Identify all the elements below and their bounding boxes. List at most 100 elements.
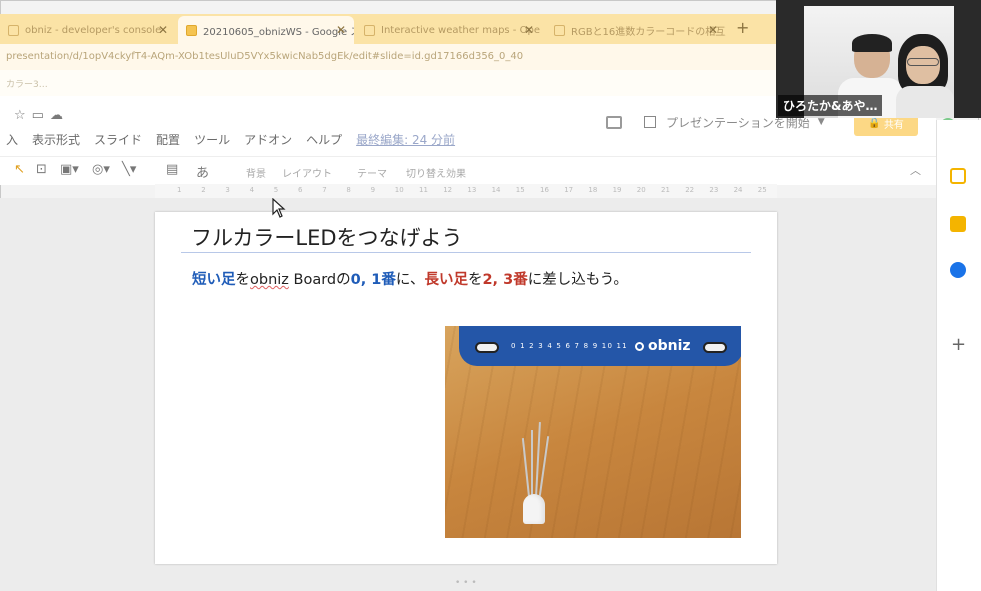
last-edit-link[interactable]: 最終編集: 24 分前 bbox=[356, 131, 455, 148]
chevron-up-icon[interactable]: ︿ bbox=[910, 162, 921, 178]
calendar-icon[interactable] bbox=[950, 168, 966, 184]
chevron-down-icon[interactable]: ▼ bbox=[818, 117, 825, 127]
transition-button[interactable]: 切り替え効果 bbox=[406, 165, 466, 180]
favicon-icon bbox=[554, 24, 565, 36]
ruler-tick: 11 bbox=[419, 186, 428, 194]
particle-text: を bbox=[235, 272, 251, 288]
ruler-tick: 14 bbox=[491, 186, 501, 194]
participant-name: ひろたか&あや… bbox=[778, 95, 883, 116]
obniz-led-photo[interactable]: 0 1 2 3 4 5 6 7 8 9 10 11 obniz bbox=[445, 326, 741, 538]
ruler-tick: 23 bbox=[709, 186, 719, 194]
title-divider bbox=[181, 252, 751, 253]
side-panel: + bbox=[936, 120, 981, 591]
bookmark-item[interactable]: カラー3… bbox=[6, 77, 48, 90]
ruler-tick: 10 bbox=[394, 186, 404, 194]
ruler-tick: 25 bbox=[757, 186, 767, 194]
tab-label: Interactive weather maps - Ope bbox=[381, 24, 540, 36]
browser-tab-active[interactable]: 20210605_obnizWS - Google ス ✕ bbox=[178, 16, 354, 44]
text-style-button[interactable]: あ bbox=[196, 162, 209, 181]
editing-toolbar: ↖ ⊡ ▣▾ ◎▾ ╲▾ ▤ あ 背景 レイアウト テーマ 切り替え効果 ︿ bbox=[0, 156, 936, 185]
ruler-tick: 12 bbox=[443, 186, 453, 194]
ruler-tick: 20 bbox=[636, 186, 646, 194]
browser-tab-strip: obniz - developer's console ✕ 20210605_o… bbox=[0, 14, 776, 44]
theme-button[interactable]: テーマ bbox=[357, 165, 387, 180]
close-tab-icon[interactable]: ✕ bbox=[336, 23, 346, 37]
move-icon[interactable]: ▭ bbox=[32, 108, 50, 123]
board-logo: obniz bbox=[635, 338, 691, 354]
tail-text: に差し込もう。 bbox=[527, 272, 628, 288]
particle-text: に、 bbox=[395, 272, 425, 288]
text-box-icon[interactable]: ⊡ bbox=[36, 162, 47, 177]
keep-icon[interactable] bbox=[950, 216, 966, 232]
ruler-tick: 2 bbox=[201, 186, 206, 194]
ruler-tick: 8 bbox=[346, 186, 351, 194]
slide[interactable]: フルカラーLEDをつなげよう 短い足をobniz Boardの0, 1番に、長い… bbox=[155, 212, 777, 564]
close-tab-icon[interactable]: ✕ bbox=[524, 23, 534, 37]
ruler-tick: 15 bbox=[515, 186, 525, 194]
particle-text: を bbox=[467, 272, 483, 288]
cloud-icon[interactable]: ☁ bbox=[50, 108, 69, 123]
add-addon-icon[interactable]: + bbox=[951, 334, 966, 355]
menu-insert[interactable]: 入 bbox=[6, 131, 18, 148]
present-icon bbox=[644, 116, 656, 128]
tasks-icon[interactable] bbox=[950, 262, 966, 278]
menu-tools[interactable]: ツール bbox=[194, 131, 230, 148]
layout-button[interactable]: レイアウト bbox=[282, 165, 332, 180]
slides-favicon-icon bbox=[186, 24, 197, 36]
close-tab-icon[interactable]: ✕ bbox=[708, 23, 718, 37]
participant-figure bbox=[896, 86, 954, 118]
long-leg-text: 長い足 bbox=[424, 272, 468, 288]
rgb-led bbox=[523, 494, 545, 524]
title-actions: ☆▭☁ bbox=[14, 108, 69, 123]
slide-body-text[interactable]: 短い足をobniz Boardの0, 1番に、長い足を2, 3番に差し込もう。 bbox=[192, 268, 628, 289]
star-icon[interactable]: ☆ bbox=[14, 108, 32, 123]
short-leg-text: 短い足 bbox=[192, 272, 236, 288]
mount-hole bbox=[475, 342, 499, 353]
bookmarks-bar: カラー3… bbox=[0, 70, 776, 96]
menu-slide[interactable]: スライド bbox=[94, 131, 142, 148]
obniz-text: obniz bbox=[250, 272, 289, 288]
tab-label: RGBと16進数カラーコードの相互変換 bbox=[571, 26, 726, 38]
led-leg bbox=[531, 430, 533, 496]
close-tab-icon[interactable]: ✕ bbox=[158, 23, 168, 37]
browser-tab[interactable]: obniz - developer's console ✕ bbox=[0, 16, 176, 44]
led-leg bbox=[521, 438, 531, 498]
url-text[interactable]: presentation/d/1opV4ckyfT4-AQm-XOb1tesUl… bbox=[6, 51, 523, 62]
ruler-tick: 17 bbox=[564, 186, 574, 194]
line-icon[interactable]: ╲▾ bbox=[122, 162, 136, 177]
browser-tab[interactable]: RGBと16進数カラーコードの相互変換 ✕ bbox=[546, 16, 726, 44]
menu-bar: 入 表示形式 スライド 配置 ツール アドオン ヘルプ 最終編集: 24 分前 bbox=[6, 131, 455, 148]
ruler-tick: 9 bbox=[370, 186, 376, 194]
new-tab-icon[interactable]: + bbox=[736, 18, 749, 37]
browser-tab[interactable]: Interactive weather maps - Ope ✕ bbox=[356, 16, 542, 44]
menu-arrange[interactable]: 配置 bbox=[156, 131, 180, 148]
ruler-tick: 6 bbox=[298, 186, 303, 194]
ruler-tick: 18 bbox=[588, 186, 598, 194]
comment-icon[interactable] bbox=[606, 116, 622, 129]
board-text: Boardの bbox=[288, 272, 351, 288]
board-brand: obniz bbox=[648, 338, 691, 354]
mount-hole bbox=[703, 342, 727, 353]
ruler-tick: 5 bbox=[273, 186, 279, 194]
favicon-icon bbox=[8, 24, 19, 36]
video-tile: ひろたか&あや… bbox=[776, 0, 981, 118]
menu-help[interactable]: ヘルプ bbox=[306, 131, 342, 148]
address-bar[interactable]: presentation/d/1opV4ckyfT4-AQm-XOb1tesUl… bbox=[0, 44, 776, 70]
pins-a-text: 0, 1 bbox=[350, 272, 382, 288]
image-icon[interactable]: ▣▾ bbox=[60, 162, 79, 177]
ruler-tick: 4 bbox=[249, 186, 255, 194]
ruler-tick: 24 bbox=[733, 186, 743, 194]
select-cursor-icon[interactable]: ↖ bbox=[14, 162, 25, 177]
menu-addons[interactable]: アドオン bbox=[244, 131, 292, 148]
speaker-notes-handle[interactable]: • • • bbox=[455, 578, 477, 588]
ruler-tick: 7 bbox=[322, 186, 327, 194]
shape-icon[interactable]: ◎▾ bbox=[92, 162, 110, 177]
led-leg bbox=[538, 436, 550, 496]
obniz-logo-icon bbox=[635, 341, 644, 351]
background-button[interactable]: 背景 bbox=[246, 165, 266, 180]
ruler-tick: 16 bbox=[540, 186, 549, 194]
menu-format[interactable]: 表示形式 bbox=[32, 131, 80, 148]
slide-title[interactable]: フルカラーLEDをつなげよう bbox=[191, 222, 463, 252]
comment-add-icon[interactable]: ▤ bbox=[166, 162, 178, 177]
ruler-tick: 3 bbox=[225, 186, 230, 194]
